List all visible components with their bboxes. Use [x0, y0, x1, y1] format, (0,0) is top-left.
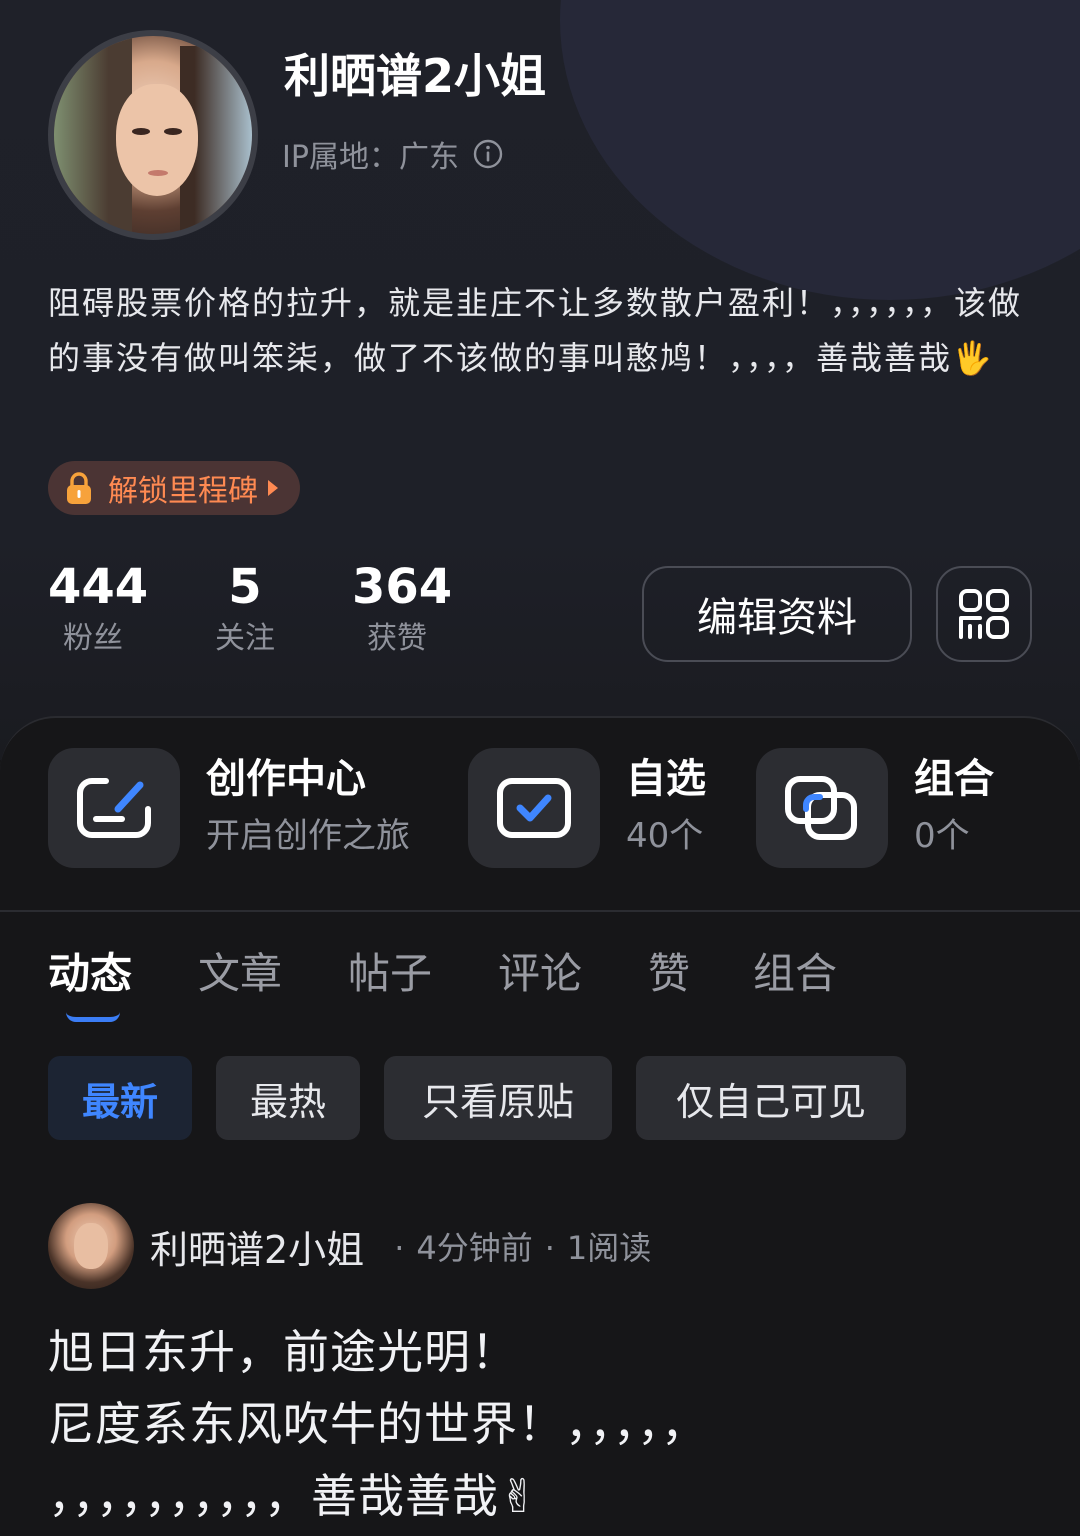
- entry-tile: [48, 748, 180, 868]
- content-card: 创作中心 开启创作之旅 自选 40个 组合 0个 动态 文章 帖子 评论 赞 组…: [0, 716, 1080, 1536]
- entry-subtitle: 40个: [626, 816, 704, 856]
- entry-tile: [468, 748, 600, 868]
- stat-likes[interactable]: 364 获赞: [352, 558, 453, 662]
- qr-code-button[interactable]: [936, 566, 1032, 662]
- profile-bio: 阻碍股票价格的拉升，就是韭庄不让多数散户盈利！，，，，，，该做的事没有做叫笨柒，…: [48, 284, 1023, 377]
- edit-icon: [77, 778, 151, 838]
- active-tab-indicator: [66, 1012, 120, 1022]
- post-reads: 1阅读: [566, 1229, 652, 1267]
- post-author-avatar[interactable]: [48, 1203, 134, 1289]
- tab-portfolio[interactable]: 组合: [753, 944, 837, 1004]
- tab-comments[interactable]: 评论: [498, 944, 582, 1004]
- profile-page: 利晒谱2小姐 IP属地：广东 阻碍股票价格的拉升，就是韭庄不让多数散户盈利！，，…: [0, 0, 1080, 1536]
- post-body[interactable]: 旭日东升，前途光明！ 尼度系东风吹牛的世界！，，，，， ，，，，，，，，，，善哉…: [48, 1316, 1038, 1532]
- stat-value: 444: [48, 559, 149, 615]
- filter-private[interactable]: 仅自己可见: [636, 1056, 906, 1140]
- post-time: 4分钟前: [416, 1229, 533, 1267]
- header-decoration: [560, 0, 1080, 300]
- filter-original-only[interactable]: 只看原贴: [384, 1056, 612, 1140]
- stat-label: 关注: [215, 621, 275, 656]
- tab-dynamics[interactable]: 动态: [48, 944, 132, 1004]
- ip-location-label: IP属地：广东: [282, 140, 459, 175]
- entry-subtitle: 开启创作之旅: [206, 816, 410, 856]
- avatar[interactable]: [48, 30, 258, 240]
- tab-likes[interactable]: 赞: [648, 944, 690, 1004]
- stat-value: 364: [352, 559, 453, 615]
- filter-latest[interactable]: 最新: [48, 1056, 192, 1140]
- edit-profile-button[interactable]: 编辑资料: [642, 566, 912, 662]
- profile-header: 利晒谱2小姐 IP属地：广东 阻碍股票价格的拉升，就是韭庄不让多数散户盈利！，，…: [0, 0, 1080, 760]
- stat-label: 粉丝: [63, 621, 123, 656]
- info-icon[interactable]: [473, 139, 503, 169]
- tab-posts[interactable]: 帖子: [348, 944, 432, 1004]
- post-meta: · 4分钟前 · 1阅读: [394, 1229, 652, 1267]
- entry-title: 创作中心: [206, 756, 366, 802]
- entry-tile: [756, 748, 888, 868]
- stat-fans[interactable]: 444 粉丝: [48, 558, 149, 662]
- entry-title: 组合: [914, 756, 994, 802]
- qr-code-icon: [959, 589, 1009, 639]
- filter-hottest[interactable]: 最热: [216, 1056, 360, 1140]
- stat-label: 获赞: [367, 621, 427, 656]
- profile-name: 利晒谱2小姐: [284, 49, 547, 103]
- checkbox-icon: [497, 778, 571, 838]
- post-author-name[interactable]: 利晒谱2小姐: [150, 1219, 364, 1274]
- lock-icon: [67, 472, 91, 504]
- portfolio-entry[interactable]: 组合 0个: [756, 748, 994, 868]
- ip-location: IP属地：广东: [282, 132, 503, 176]
- milestone-label: 解锁里程碑: [108, 474, 258, 509]
- stat-following[interactable]: 5 关注: [200, 558, 290, 662]
- creator-center-entry[interactable]: 创作中心 开启创作之旅: [48, 748, 410, 868]
- portfolio-icon: [785, 776, 857, 840]
- entry-title: 自选: [626, 756, 706, 802]
- divider: [0, 910, 1080, 912]
- entry-subtitle: 0个: [914, 816, 970, 856]
- stat-value: 5: [228, 559, 262, 615]
- tab-articles[interactable]: 文章: [198, 944, 282, 1004]
- post-header: 利晒谱2小姐 · 4分钟前 · 1阅读: [48, 1202, 651, 1290]
- watchlist-entry[interactable]: 自选 40个: [468, 748, 706, 868]
- milestone-button[interactable]: 解锁里程碑: [48, 461, 300, 515]
- chevron-right-icon: [268, 480, 278, 496]
